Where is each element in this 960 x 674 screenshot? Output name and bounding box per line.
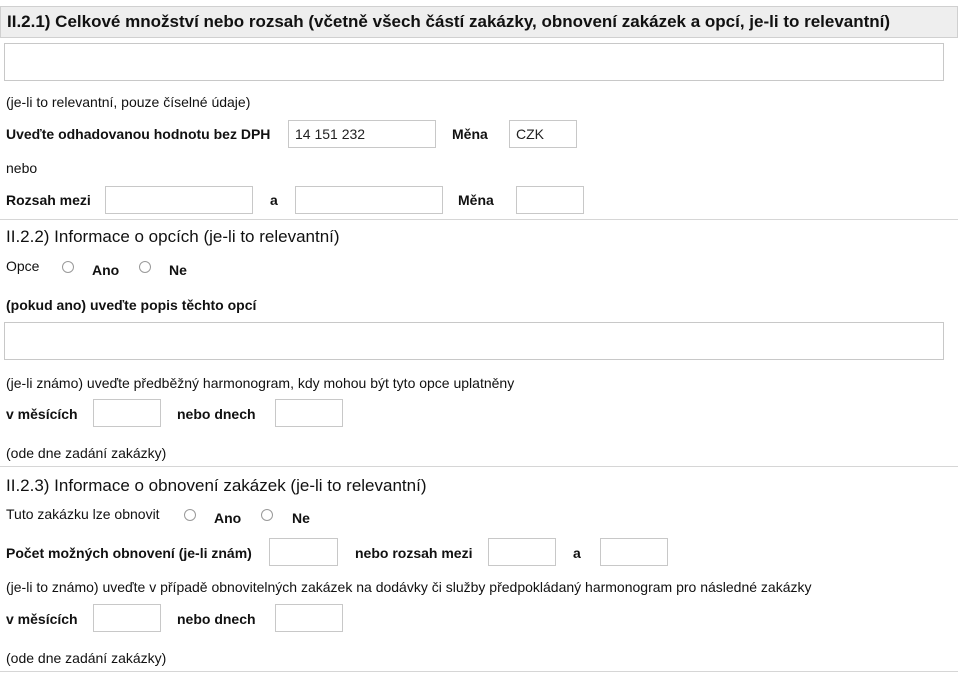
- options-label: Opce: [6, 258, 40, 274]
- options-months-label: v měsících: [6, 406, 78, 422]
- section-heading-renewals: II.2.3) Informace o obnovení zakázek (je…: [6, 476, 427, 495]
- total-quantity-field[interactable]: [4, 43, 944, 81]
- range-to-field[interactable]: [295, 186, 443, 214]
- options-days-label: nebo dnech: [177, 406, 256, 422]
- currency-label: Měna: [452, 126, 488, 142]
- options-months-field[interactable]: [93, 399, 161, 427]
- renewal-range-from-field[interactable]: [488, 538, 556, 566]
- divider: [0, 671, 958, 672]
- options-no-label: Ne: [169, 262, 187, 278]
- divider: [0, 219, 958, 220]
- renewal-range-label: nebo rozsah mezi: [355, 545, 473, 561]
- renewal-months-field[interactable]: [93, 604, 161, 632]
- options-yes-radio[interactable]: [62, 261, 74, 273]
- renewal-yes-label: Ano: [214, 510, 242, 526]
- renewal-from-award-note: (ode dne zadání zakázky): [6, 650, 167, 666]
- renewal-no-label: Ne: [292, 510, 310, 526]
- range-and-label: a: [270, 192, 278, 208]
- or-label: nebo: [6, 160, 38, 176]
- range-from-field[interactable]: [105, 186, 253, 214]
- options-description-label: (pokud ano) uveďte popis těchto opcí: [6, 297, 257, 313]
- currency-field[interactable]: CZK: [509, 120, 577, 148]
- renewal-range-to-field[interactable]: [600, 538, 668, 566]
- options-no-radio[interactable]: [139, 261, 151, 273]
- numeric-only-note: (je-li to relevantní, pouze číselné údaj…: [6, 94, 251, 110]
- renewal-days-label: nebo dnech: [177, 611, 256, 627]
- renewal-days-field[interactable]: [275, 604, 343, 632]
- range-currency-label: Měna: [458, 192, 494, 208]
- renewal-count-label: Počet možných obnovení (je-li znám): [6, 545, 252, 561]
- renewal-yes-radio[interactable]: [184, 509, 196, 521]
- renewal-range-and-label: a: [573, 545, 581, 561]
- options-yes-label: Ano: [92, 262, 120, 278]
- renewal-count-field[interactable]: [269, 538, 338, 566]
- options-days-field[interactable]: [275, 399, 343, 427]
- section-heading-total-quantity: II.2.1) Celkové množství nebo rozsah (vč…: [0, 6, 958, 38]
- renewal-timeline-note: (je-li to známo) uveďte v případě obnovi…: [6, 579, 812, 595]
- options-description-field[interactable]: [4, 322, 944, 360]
- divider: [0, 466, 958, 467]
- estimated-value-field[interactable]: 14 151 232: [288, 120, 436, 148]
- renewal-label: Tuto zakázku lze obnovit: [6, 506, 160, 522]
- range-currency-field[interactable]: [516, 186, 584, 214]
- range-between-label: Rozsah mezi: [6, 192, 91, 208]
- options-timeline-note: (je-li známo) uveďte předběžný harmonogr…: [6, 375, 515, 391]
- renewal-months-label: v měsících: [6, 611, 78, 627]
- renewal-no-radio[interactable]: [261, 509, 273, 521]
- section-heading-options: II.2.2) Informace o opcích (je-li to rel…: [6, 227, 340, 246]
- options-from-award-note: (ode dne zadání zakázky): [6, 445, 167, 461]
- estimated-value-label: Uveďte odhadovanou hodnotu bez DPH: [6, 126, 271, 142]
